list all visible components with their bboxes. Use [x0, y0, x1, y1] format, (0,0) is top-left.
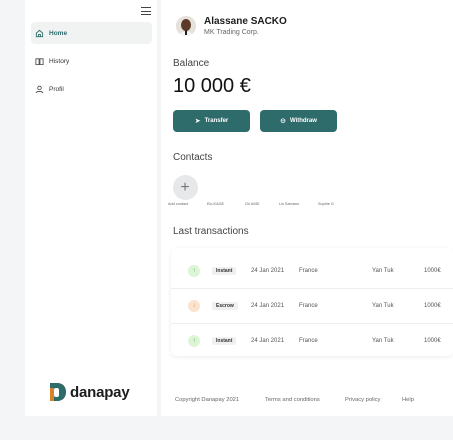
transfer-button[interactable]: ➤ Transfer	[173, 110, 250, 132]
table-row[interactable]: ↓ Escrow 24 Jan 2021 France Yan Tuk 1000…	[171, 288, 453, 323]
transactions-title: Last transactions	[173, 226, 249, 237]
transfer-label: Transfer	[204, 118, 229, 124]
sidebar-item-label: Profil	[49, 85, 64, 93]
sidebar: Home History Profil danapay	[25, 0, 157, 416]
arrow-down-icon: ↓	[188, 300, 200, 312]
contact-item[interactable]: Sophie G	[318, 202, 334, 206]
sidebar-item-label: Home	[49, 29, 68, 37]
transaction-recipient: Yan Tuk	[372, 338, 394, 344]
sidebar-item-home[interactable]: Home	[31, 22, 152, 44]
transaction-amount: 1000€	[424, 268, 441, 274]
transaction-recipient: Yan Tuk	[372, 268, 394, 274]
contact-item[interactable]: Elo KAGE	[207, 202, 224, 206]
transaction-date: 24 Jan 2021	[251, 338, 285, 344]
sidebar-item-profil[interactable]: Profil	[31, 78, 152, 100]
home-icon	[35, 29, 44, 38]
transaction-type-badge: Instant	[212, 267, 237, 275]
transaction-country: France	[299, 303, 318, 309]
balance-value: 10 000 €	[173, 75, 251, 97]
contact-item[interactable]: Ori AMD	[245, 202, 259, 206]
contact-item[interactable]: Lis Samano	[279, 202, 299, 206]
transaction-type-badge: Escrow	[212, 302, 238, 310]
add-contact-button[interactable]: +	[170, 175, 200, 200]
minus-circle-icon: ⊖	[280, 118, 286, 125]
arrow-up-icon: ↑	[188, 335, 200, 347]
transaction-country: France	[299, 268, 318, 274]
logo-mark-icon	[49, 382, 67, 402]
danapay-logo: danapay	[49, 382, 130, 402]
footer-copyright: Copyright Danapay 2021	[175, 397, 240, 403]
table-row[interactable]: ↑ Instant 24 Jan 2021 France Yan Tuk 100…	[171, 323, 453, 358]
user-name: Alassane SACKO	[204, 16, 287, 27]
transaction-type-badge: Instant	[212, 337, 237, 345]
user-company: MK Trading Corp.	[204, 29, 259, 36]
transaction-date: 24 Jan 2021	[251, 303, 285, 309]
avatar[interactable]	[176, 16, 196, 36]
transaction-country: France	[299, 338, 318, 344]
dashboard-panel: Alassane SACKO MK Trading Corp. Balance …	[161, 0, 453, 416]
withdraw-label: Withdraw	[289, 118, 317, 124]
help-link[interactable]: Help	[402, 397, 414, 403]
sidebar-item-history[interactable]: History	[31, 50, 152, 72]
sidebar-item-label: History	[49, 57, 70, 65]
arrow-up-icon: ↑	[188, 265, 200, 277]
add-contact-label: Add contact	[168, 202, 189, 206]
send-icon: ➤	[194, 118, 201, 125]
main-area: Alassane SACKO MK Trading Corp. Balance …	[157, 0, 453, 440]
transaction-amount: 1000€	[424, 303, 441, 309]
logo-text: danapay	[70, 383, 130, 401]
terms-link[interactable]: Terms and conditions	[265, 397, 320, 403]
withdraw-button[interactable]: ⊖ Withdraw	[260, 110, 337, 132]
transaction-recipient: Yan Tuk	[372, 303, 394, 309]
table-row[interactable]: ↑ Instant 24 Jan 2021 France Yan Tuk 100…	[171, 253, 453, 288]
balance-label: Balance	[173, 58, 210, 69]
book-icon	[35, 57, 44, 66]
transactions-table: ↑ Instant 24 Jan 2021 France Yan Tuk 100…	[171, 248, 453, 356]
plus-icon: +	[172, 175, 198, 200]
transaction-amount: 1000€	[424, 338, 441, 344]
hamburger-menu-icon[interactable]	[141, 7, 151, 15]
user-icon	[35, 85, 44, 94]
contacts-title: Contacts	[173, 152, 213, 163]
privacy-link[interactable]: Privacy policy	[345, 397, 380, 403]
transaction-date: 24 Jan 2021	[251, 268, 285, 274]
